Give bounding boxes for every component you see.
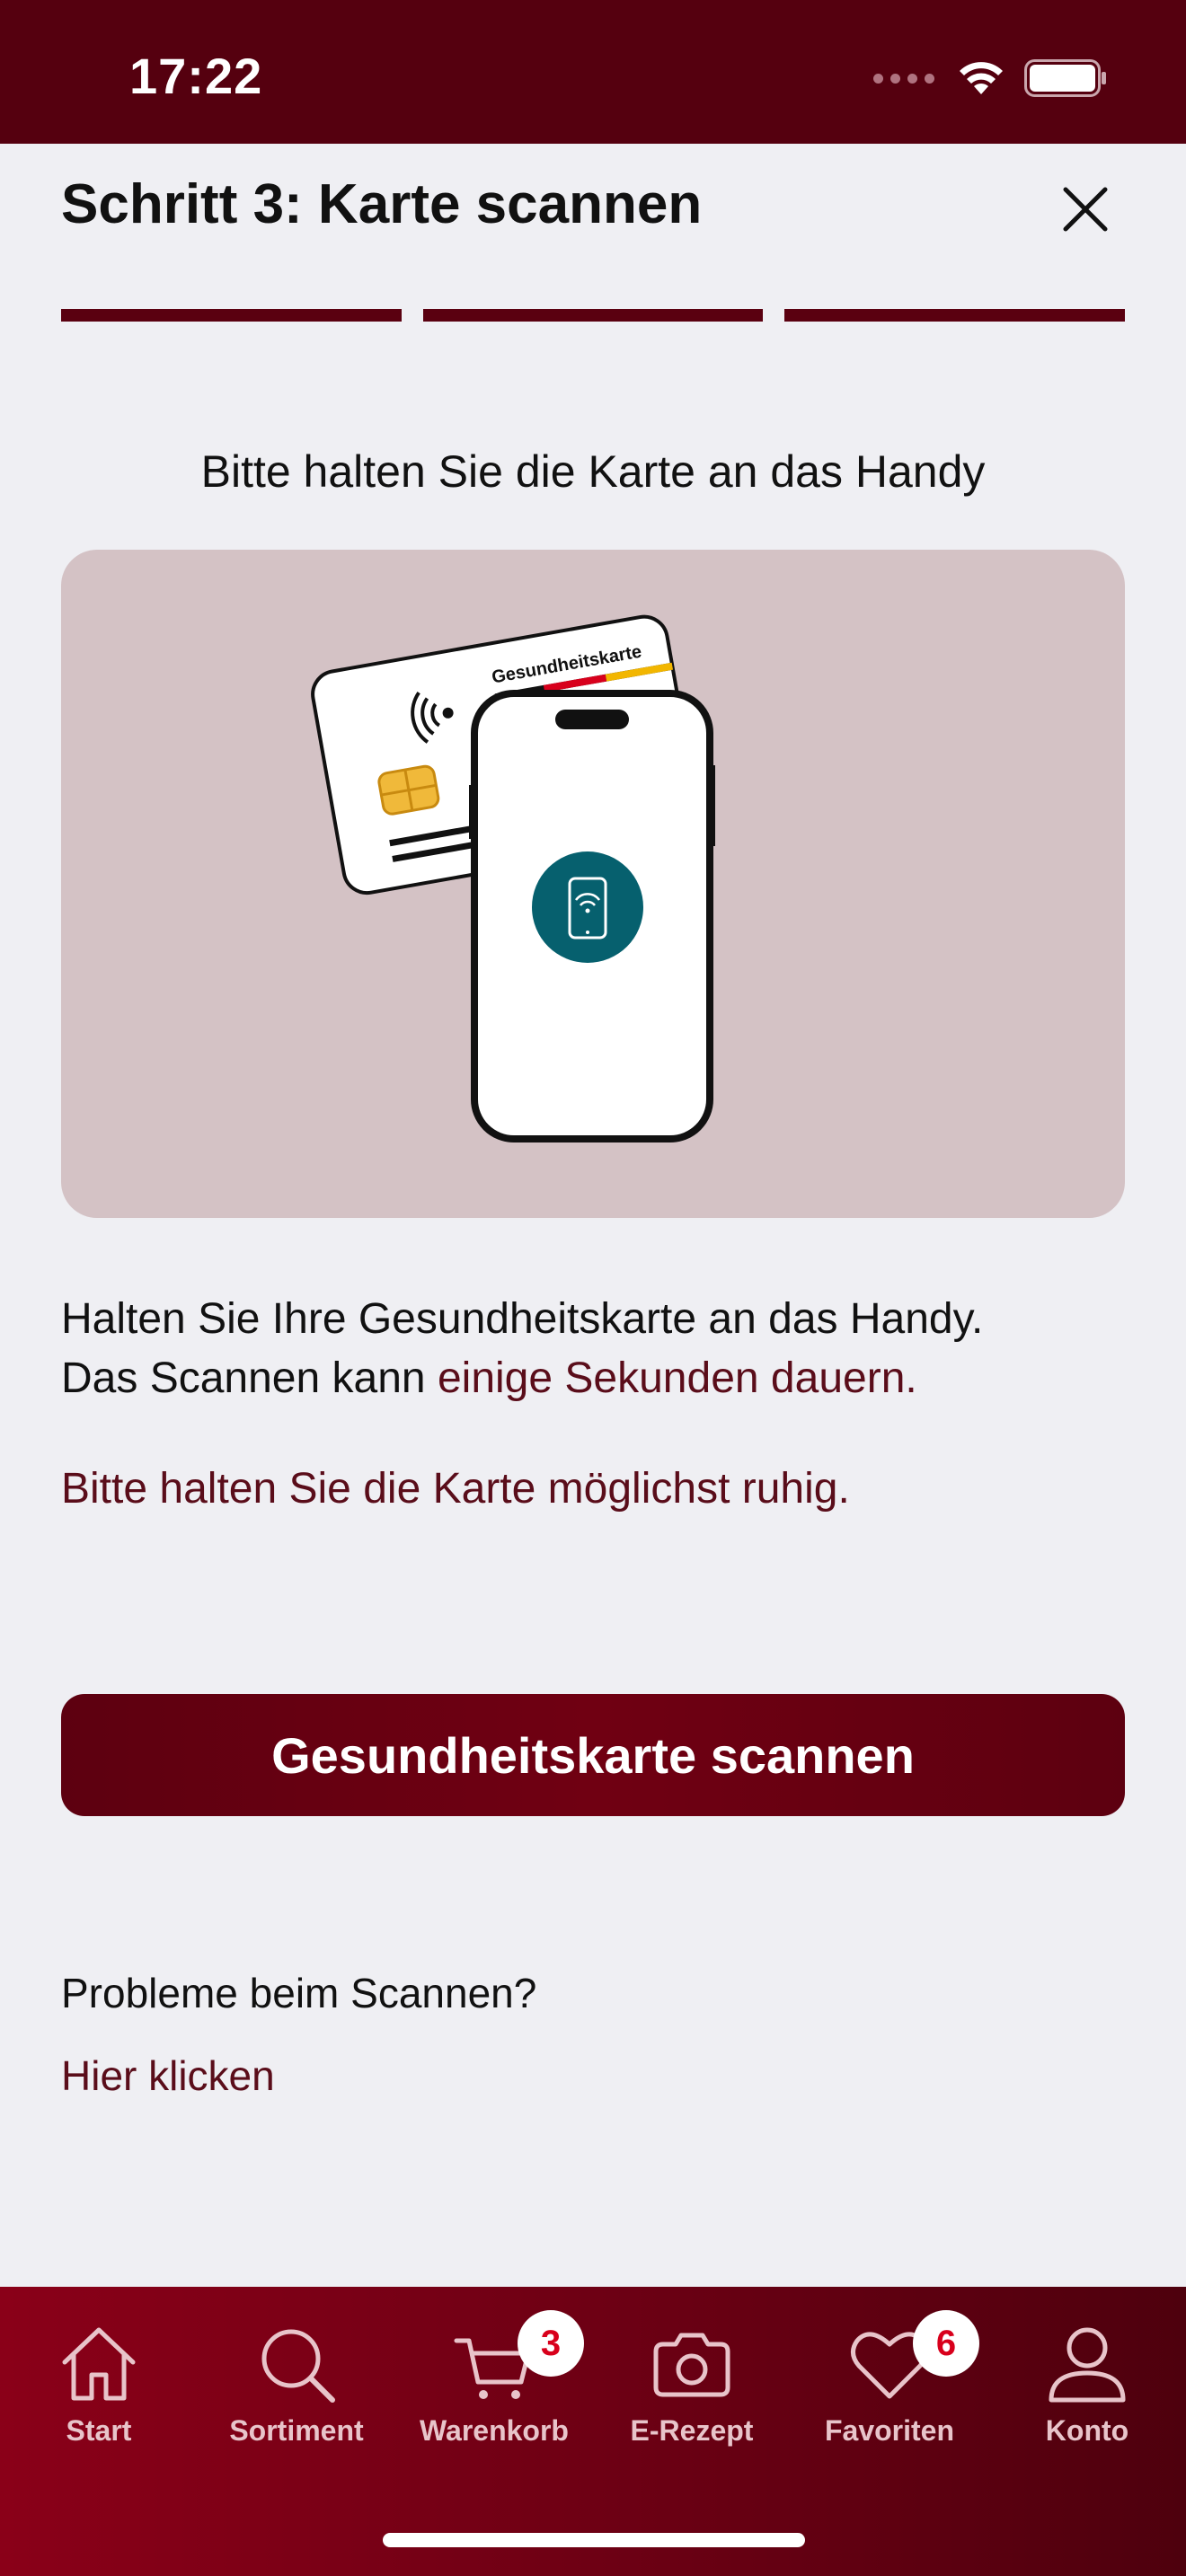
phone-image [469, 690, 715, 1142]
tab-label: Start [66, 2414, 132, 2447]
description-line-2: Das Scannen kann einige Sekunden dauern. [61, 1349, 1139, 1408]
instruction-text: Bitte halten Sie die Karte an das Handy [200, 446, 986, 497]
home-icon [62, 2327, 136, 2401]
step-indicator-1 [61, 309, 402, 322]
tab-konto[interactable]: Konto [997, 2317, 1177, 2470]
tab-e-rezept[interactable]: E-Rezept [602, 2317, 782, 2470]
tab-start[interactable]: Start [9, 2317, 189, 2470]
hold-still-warning: Bitte halten Sie die Karte möglichst ruh… [61, 1465, 850, 1513]
scan-illustration: Gesundheitskarte [61, 550, 1125, 1218]
cart-count-badge: 3 [518, 2310, 584, 2377]
tab-favoriten[interactable]: Favoriten 6 [800, 2310, 979, 2470]
tab-label: Warenkorb [420, 2414, 569, 2447]
scan-card-button[interactable]: Gesundheitskarte scannen [61, 1694, 1125, 1816]
home-indicator[interactable] [383, 2533, 805, 2547]
status-time: 17:22 [129, 48, 263, 104]
status-bar: 17:22 [0, 0, 1186, 144]
cellular-signal-icon [873, 73, 934, 84]
user-icon [1049, 2327, 1126, 2403]
wifi-icon [960, 62, 1003, 94]
tab-label: Konto [1045, 2414, 1129, 2447]
search-icon [261, 2329, 335, 2403]
close-button[interactable] [1056, 180, 1115, 239]
tab-label: Favoriten [824, 2414, 955, 2447]
step-progress [61, 309, 1126, 322]
favorites-count-badge: 6 [913, 2310, 979, 2377]
tab-label: E-Rezept [630, 2414, 754, 2447]
scan-description: Halten Sie Ihre Gesundheitskarte an das … [61, 1290, 1139, 1408]
help-label: Probleme beim Scannen? [61, 1970, 537, 2016]
tab-label: Sortiment [229, 2414, 364, 2447]
tab-sortiment[interactable]: Sortiment [207, 2317, 386, 2470]
description-line-1: Halten Sie Ihre Gesundheitskarte an das … [61, 1295, 984, 1343]
description-line-2-prefix: Das Scannen kann [61, 1354, 438, 1402]
battery-icon [1024, 59, 1106, 97]
close-icon [1063, 187, 1108, 232]
help-link[interactable]: Hier klicken [61, 2051, 275, 2100]
tab-warenkorb[interactable]: Warenkorb 3 [404, 2310, 584, 2470]
description-line-2-accent: einige Sekunden dauern. [437, 1354, 917, 1402]
page-title: Schritt 3: Karte scannen [61, 173, 703, 235]
status-icons [873, 56, 1107, 101]
camera-icon [653, 2333, 730, 2397]
step-indicator-3 [784, 309, 1126, 322]
step-indicator-2 [422, 309, 764, 322]
tab-bar: Start Sortiment Warenkorb 3 E-Rezept Fav… [0, 2287, 1186, 2576]
